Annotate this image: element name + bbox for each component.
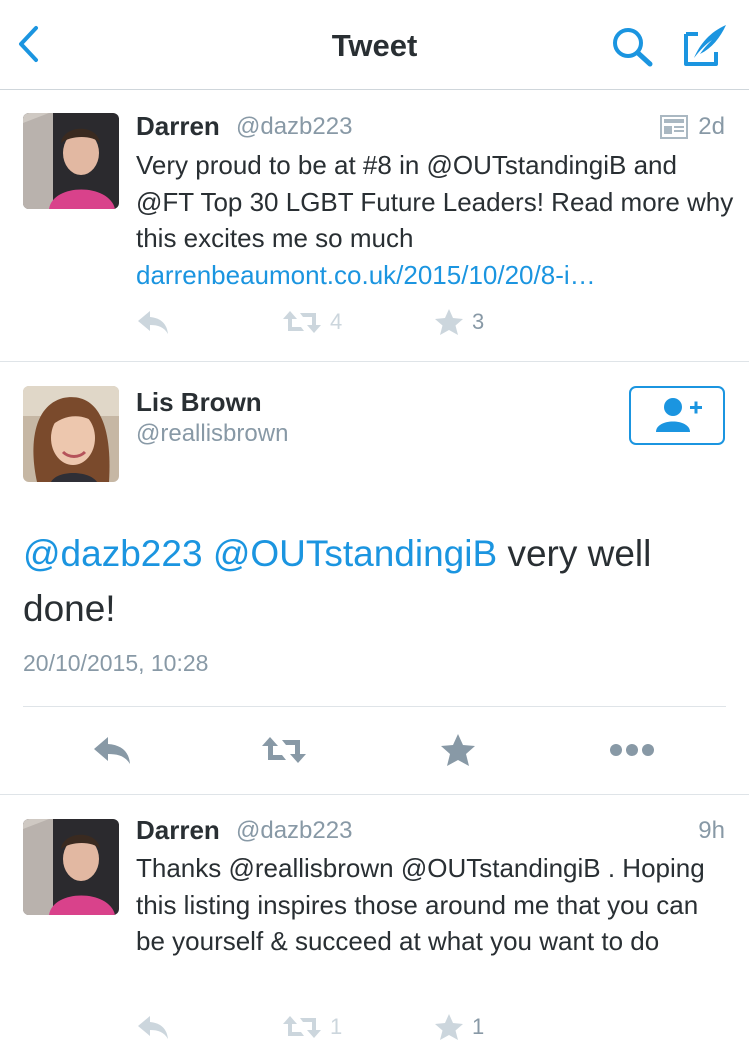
tweet-author-handle[interactable]: @dazb223 <box>236 113 352 141</box>
tweet-author-name[interactable]: Darren <box>136 815 220 846</box>
retweet-icon <box>262 737 306 763</box>
like-count: 1 <box>472 1014 485 1039</box>
reply-button[interactable] <box>136 1012 170 1042</box>
compose-tweet-button[interactable] <box>680 22 730 68</box>
star-icon <box>441 734 475 766</box>
tweet-text: Thanks @reallisbrown @OUTstandingiB . Ho… <box>136 853 705 956</box>
focus-timestamp: 20/10/2015, 10:28 <box>23 650 209 676</box>
focus-tweet-text: @dazb223 @OUTstandingiB very well done! <box>23 526 723 636</box>
divider <box>23 706 726 707</box>
tweet-actions: 4 3 <box>136 307 536 337</box>
compose-quill-icon <box>684 25 726 66</box>
more-options-button[interactable] <box>604 728 660 772</box>
like-button[interactable]: 1 <box>434 1012 484 1042</box>
retweet-count: 1 <box>330 1014 343 1039</box>
retweet-icon <box>283 1016 321 1038</box>
avatar-photo-darren <box>23 819 119 915</box>
avatar[interactable] <box>23 386 119 482</box>
retweet-button[interactable]: 4 <box>282 307 342 337</box>
retweet-icon <box>283 311 321 333</box>
nav-bar: Tweet <box>0 0 749 90</box>
search-button[interactable] <box>608 24 656 68</box>
reply-button[interactable] <box>136 307 170 337</box>
reply-button[interactable] <box>84 728 140 772</box>
retweet-count: 4 <box>330 309 343 334</box>
more-dots-icon <box>610 744 654 756</box>
follow-user-icon <box>656 398 702 432</box>
like-count: 3 <box>472 309 485 334</box>
tweet-author-handle[interactable]: @dazb223 <box>236 817 352 845</box>
tweet-time: 9h <box>698 817 725 844</box>
tweet-author-name[interactable]: Darren <box>136 111 220 142</box>
tweet-row[interactable]: Darren @dazb223 9h Thanks @reallisbrown … <box>0 795 749 1054</box>
reply-icon <box>94 737 130 764</box>
tweet-time: 2d <box>698 113 725 140</box>
tweet-text-content: Very proud to be at #8 in @OUTstandingiB… <box>136 150 734 253</box>
avatar[interactable] <box>23 819 119 915</box>
like-button[interactable]: 3 <box>434 307 484 337</box>
mention-link[interactable]: @OUTstandingiB <box>213 533 497 574</box>
tweet-text: Very proud to be at #8 in @OUTstandingiB… <box>136 147 736 293</box>
avatar-photo-darren <box>23 113 119 209</box>
tweet-row[interactable]: Darren @dazb223 2d Very proud to be at #… <box>0 91 749 361</box>
like-button[interactable] <box>430 728 486 772</box>
tweet-link[interactable]: darrenbeaumont.co.uk/2015/10/20/8-i… <box>136 260 596 290</box>
retweet-button[interactable] <box>256 728 312 772</box>
focus-tweet-actions <box>0 728 749 772</box>
retweet-button[interactable]: 1 <box>282 1012 342 1042</box>
focus-author-handle[interactable]: @reallisbrown <box>136 420 288 448</box>
article-card-icon <box>660 115 688 139</box>
search-icon <box>613 28 653 67</box>
mention-link[interactable]: @dazb223 <box>23 533 203 574</box>
divider <box>0 361 749 362</box>
avatar-photo-lis-brown <box>23 386 119 482</box>
star-icon <box>435 1014 463 1040</box>
star-icon <box>435 309 463 335</box>
follow-button[interactable] <box>629 386 725 445</box>
avatar[interactable] <box>23 113 119 209</box>
reply-icon <box>138 1016 168 1039</box>
reply-icon <box>138 311 168 334</box>
tweet-actions: 1 1 <box>136 1012 536 1042</box>
focus-author-name[interactable]: Lis Brown <box>136 387 262 418</box>
